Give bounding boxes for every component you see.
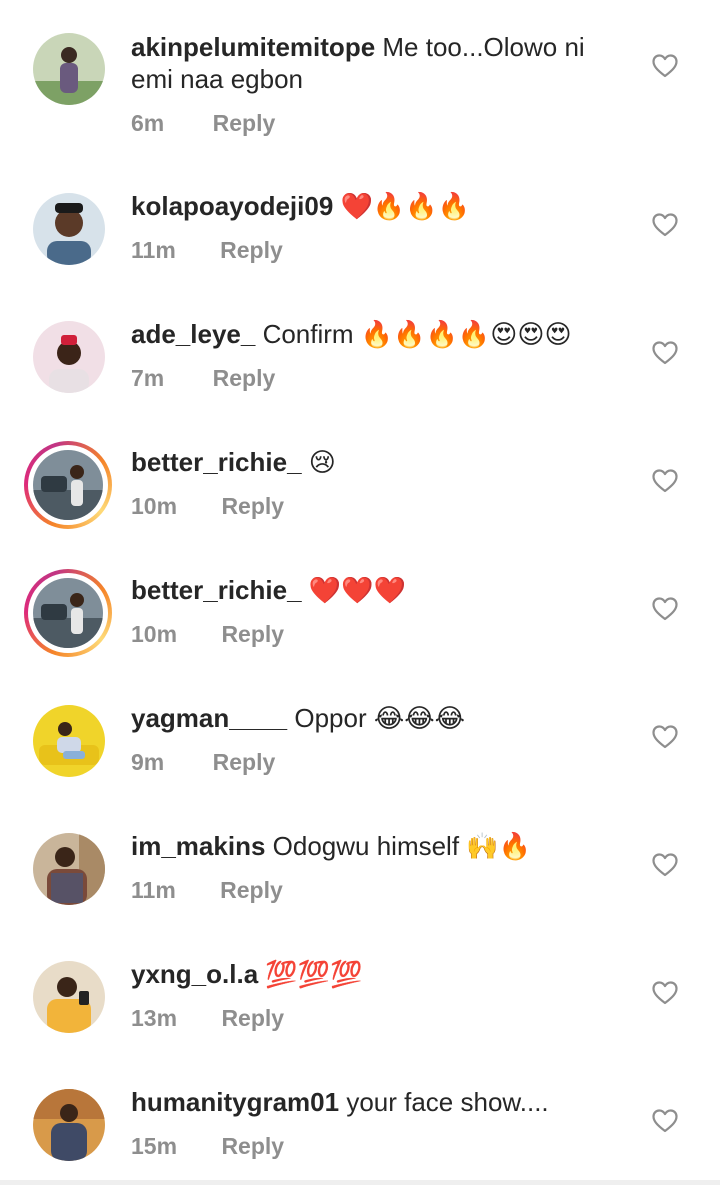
reply-button[interactable]: Reply xyxy=(213,365,276,392)
comment-username[interactable]: yagman____ xyxy=(131,703,287,733)
comment-body: Oppor 😂😂😂 xyxy=(294,703,465,733)
comment-item: kolapoayodeji09 ❤️🔥🔥🔥 11m Reply xyxy=(0,160,720,288)
comment-meta: 7m Reply xyxy=(131,365,275,392)
comment-item: yagman____ Oppor 😂😂😂 9m Reply xyxy=(0,672,720,800)
comment-meta: 13m Reply xyxy=(131,1005,284,1032)
reply-button[interactable]: Reply xyxy=(221,621,284,648)
avatar[interactable] xyxy=(24,441,112,529)
heart-outline-icon[interactable] xyxy=(652,213,678,237)
reply-button[interactable]: Reply xyxy=(213,749,276,776)
reply-button[interactable]: Reply xyxy=(213,110,276,137)
comment-time: 10m xyxy=(131,621,178,647)
comment-time: 11m xyxy=(131,877,176,903)
comment-text: kolapoayodeji09 ❤️🔥🔥🔥 xyxy=(131,190,631,222)
comment-item: humanitygram01 your face show.... 15m Re… xyxy=(0,1056,720,1180)
comment-body: ❤️🔥🔥🔥 xyxy=(340,191,471,221)
heart-outline-icon[interactable] xyxy=(652,981,678,1005)
comment-username[interactable]: humanitygram01 xyxy=(131,1087,339,1117)
comment-text: im_makins Odogwu himself 🙌🔥 xyxy=(131,830,631,862)
comment-text: ade_leye_ Confirm 🔥🔥🔥🔥😍😍😍 xyxy=(131,318,631,350)
heart-outline-icon[interactable] xyxy=(652,725,678,749)
comment-body: 💯💯💯 xyxy=(265,959,363,989)
comment-meta: 11m Reply xyxy=(131,877,283,904)
heart-outline-icon[interactable] xyxy=(652,54,678,78)
comment-item: akinpelumitemitope Me too...Olowo ni emi… xyxy=(0,0,720,160)
comment-body: 😢 xyxy=(308,447,336,477)
comment-time: 9m xyxy=(131,749,165,775)
avatar[interactable] xyxy=(33,961,105,1033)
avatar[interactable] xyxy=(33,1089,105,1161)
comment-username[interactable]: im_makins xyxy=(131,831,265,861)
comment-text: yxng_o.l.a 💯💯💯 xyxy=(131,958,631,990)
comment-meta: 10m Reply xyxy=(131,621,284,648)
comment-body: Odogwu himself 🙌🔥 xyxy=(272,831,532,861)
comment-text: akinpelumitemitope Me too...Olowo ni emi… xyxy=(131,31,631,95)
comment-meta: 10m Reply xyxy=(131,493,284,520)
comment-username[interactable]: better_richie_ xyxy=(131,447,302,477)
comment-username[interactable]: akinpelumitemitope xyxy=(131,32,375,62)
heart-outline-icon[interactable] xyxy=(652,1109,678,1133)
comment-username[interactable]: yxng_o.l.a xyxy=(131,959,258,989)
comment-text: better_richie_ 😢 xyxy=(131,446,631,478)
heart-outline-icon[interactable] xyxy=(652,469,678,493)
comment-meta: 9m Reply xyxy=(131,749,275,776)
reply-button[interactable]: Reply xyxy=(220,237,283,264)
comment-username[interactable]: ade_leye_ xyxy=(131,319,255,349)
comment-body: Confirm 🔥🔥🔥🔥😍😍😍 xyxy=(262,319,572,349)
heart-outline-icon[interactable] xyxy=(652,597,678,621)
comment-time: 15m xyxy=(131,1133,178,1159)
comment-meta: 11m Reply xyxy=(131,237,283,264)
comment-meta: 6m Reply xyxy=(131,110,275,137)
bottom-divider xyxy=(0,1180,720,1185)
comment-time: 10m xyxy=(131,493,178,519)
comment-item: ade_leye_ Confirm 🔥🔥🔥🔥😍😍😍 7m Reply xyxy=(0,288,720,416)
comment-item: im_makins Odogwu himself 🙌🔥 11m Reply xyxy=(0,800,720,928)
reply-button[interactable]: Reply xyxy=(221,1133,284,1160)
comment-time: 13m xyxy=(131,1005,178,1031)
avatar[interactable] xyxy=(24,569,112,657)
comment-meta: 15m Reply xyxy=(131,1133,284,1160)
comment-time: 6m xyxy=(131,110,165,136)
comment-body: your face show.... xyxy=(346,1087,549,1117)
comment-username[interactable]: kolapoayodeji09 xyxy=(131,191,333,221)
avatar[interactable] xyxy=(33,833,105,905)
reply-button[interactable]: Reply xyxy=(221,1005,284,1032)
comment-item: yxng_o.l.a 💯💯💯 13m Reply xyxy=(0,928,720,1056)
comment-username[interactable]: better_richie_ xyxy=(131,575,302,605)
comment-time: 11m xyxy=(131,237,176,263)
avatar[interactable] xyxy=(33,705,105,777)
comment-item: better_richie_ 😢 10m Reply xyxy=(0,416,720,544)
comment-text: humanitygram01 your face show.... xyxy=(131,1086,631,1118)
comment-text: better_richie_ ❤️❤️❤️ xyxy=(131,574,631,606)
heart-outline-icon[interactable] xyxy=(652,341,678,365)
avatar[interactable] xyxy=(33,193,105,265)
comment-body: ❤️❤️❤️ xyxy=(308,575,406,605)
reply-button[interactable]: Reply xyxy=(220,877,283,904)
comment-item: better_richie_ ❤️❤️❤️ 10m Reply xyxy=(0,544,720,672)
avatar[interactable] xyxy=(33,321,105,393)
heart-outline-icon[interactable] xyxy=(652,853,678,877)
comment-time: 7m xyxy=(131,365,165,391)
comments-list: akinpelumitemitope Me too...Olowo ni emi… xyxy=(0,0,720,1185)
reply-button[interactable]: Reply xyxy=(221,493,284,520)
avatar[interactable] xyxy=(33,33,105,105)
comment-text: yagman____ Oppor 😂😂😂 xyxy=(131,702,631,734)
